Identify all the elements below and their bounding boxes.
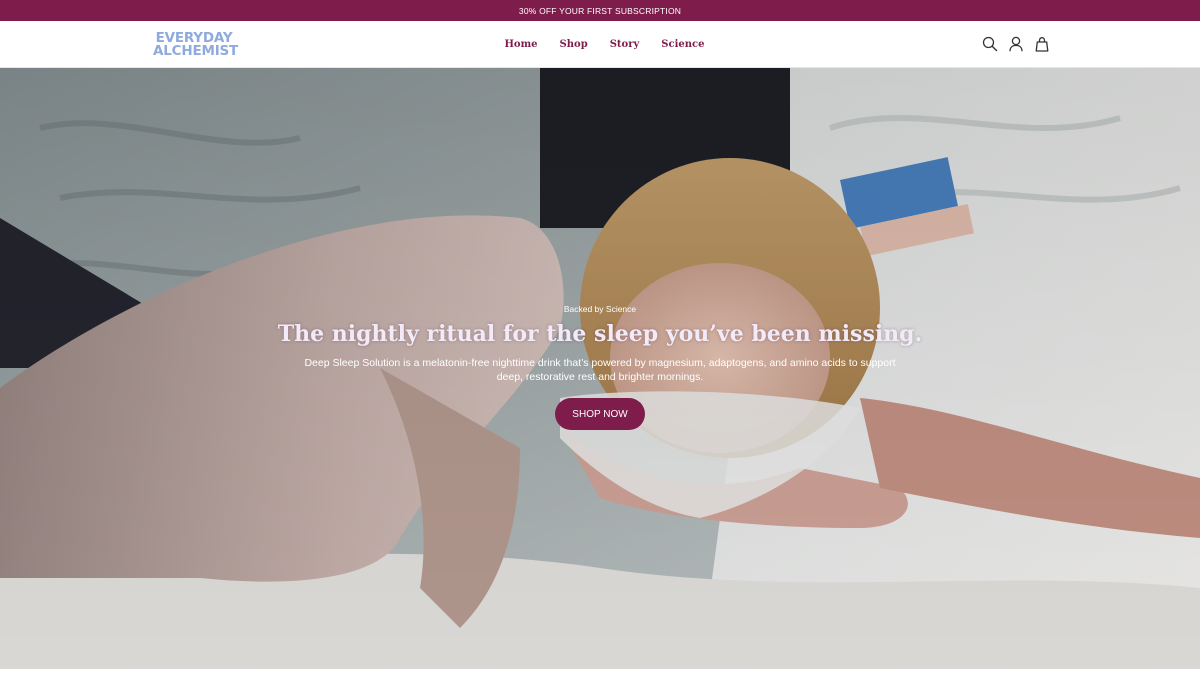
announcement-bar: 30% OFF YOUR FIRST SUBSCRIPTION — [0, 0, 1200, 21]
shop-now-button[interactable]: SHOP NOW — [555, 398, 645, 430]
hero-headline: The nightly ritual for the sleep you’ve … — [277, 321, 923, 347]
hero-subtitle: Deep Sleep Solution is a melatonin-free … — [304, 357, 896, 383]
nav-home[interactable]: Home — [504, 39, 537, 50]
nav-shop[interactable]: Shop — [560, 39, 588, 50]
nav-science[interactable]: Science — [661, 39, 704, 50]
cart-icon[interactable] — [1034, 36, 1050, 52]
brand-logo[interactable]: EVERYDAY ALCHEMIST — [153, 31, 239, 59]
announcement-text: 30% OFF YOUR FIRST SUBSCRIPTION — [518, 5, 682, 16]
hero-eyebrow: Backed by Science — [563, 304, 637, 314]
logo-line-2: ALCHEMIST — [153, 43, 239, 59]
nav-story[interactable]: Story — [610, 39, 640, 50]
header-icons — [982, 36, 1050, 52]
account-icon[interactable] — [1008, 36, 1024, 52]
hero-content: Backed by Science The nightly ritual for… — [0, 304, 1200, 430]
hero-banner: Backed by Science The nightly ritual for… — [0, 68, 1200, 669]
search-icon[interactable] — [982, 36, 998, 52]
site-header: EVERYDAY ALCHEMIST Home Shop Story Scien… — [0, 21, 1200, 68]
page-bottom-strip — [0, 669, 1200, 684]
